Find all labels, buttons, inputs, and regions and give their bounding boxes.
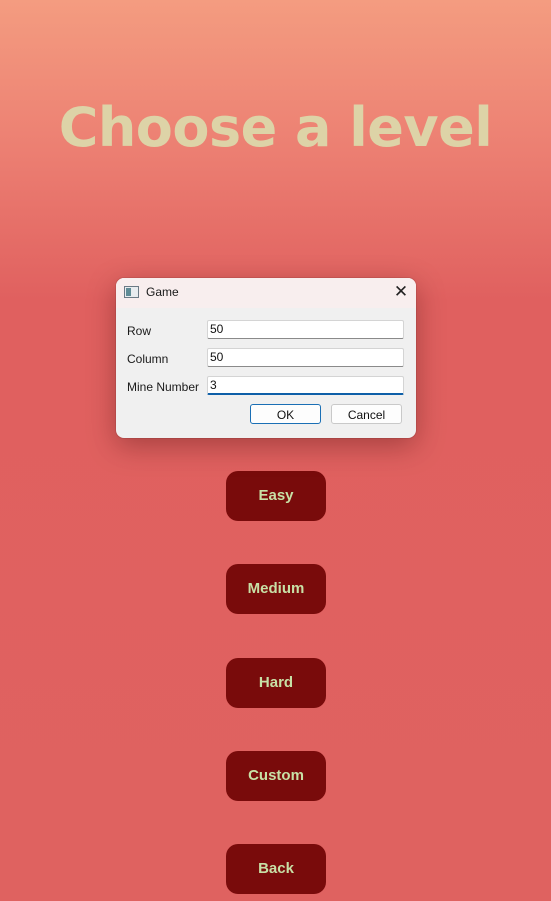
easy-button[interactable]: Easy	[226, 471, 326, 521]
mine-number-input[interactable]: 3	[207, 376, 404, 395]
ok-button[interactable]: OK	[250, 404, 321, 424]
close-icon[interactable]: ✕	[386, 278, 416, 308]
dialog-title: Game	[146, 285, 179, 299]
row-input[interactable]: 50	[207, 320, 404, 339]
back-button[interactable]: Back	[226, 844, 326, 894]
cancel-button[interactable]: Cancel	[331, 404, 402, 424]
column-label: Column	[127, 352, 169, 366]
app-window-icon	[124, 286, 139, 298]
page-title: Choose a level	[58, 96, 493, 159]
row-label: Row	[127, 324, 152, 338]
mine-number-label: Mine Number	[127, 380, 200, 394]
dialog-titlebar[interactable]: Game ✕	[116, 278, 416, 308]
medium-button[interactable]: Medium	[226, 564, 326, 614]
custom-button[interactable]: Custom	[226, 751, 326, 801]
hard-button[interactable]: Hard	[226, 658, 326, 708]
column-input[interactable]: 50	[207, 348, 404, 367]
game-dialog: Game ✕ Row 50 Column 50 Mine Number 3 OK…	[116, 278, 416, 438]
